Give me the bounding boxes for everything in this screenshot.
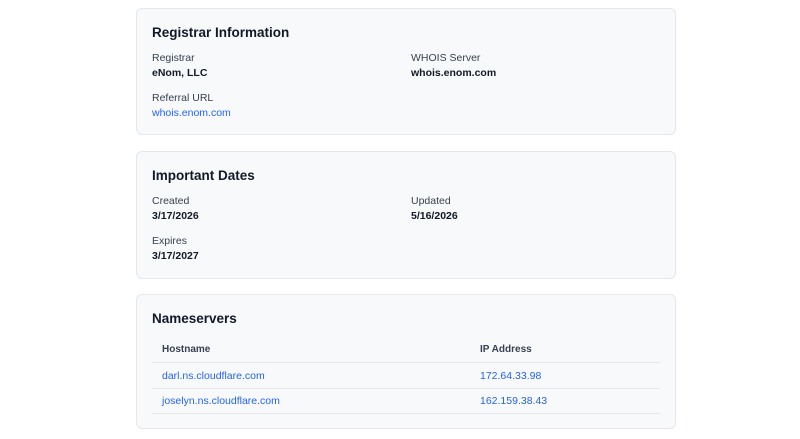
- referral-url-link[interactable]: whois.enom.com: [152, 107, 231, 119]
- whois-server-label: WHOIS Server: [411, 52, 481, 64]
- registrar-value: eNom, LLC: [152, 67, 208, 79]
- table-row-divider: [152, 388, 660, 389]
- referral-url-label: Referral URL: [152, 92, 214, 104]
- ip-address-column-header: IP Address: [480, 344, 532, 355]
- dates-card-title: Important Dates: [152, 168, 255, 183]
- registrar-label: Registrar: [152, 52, 195, 64]
- nameservers-card-title: Nameservers: [152, 311, 237, 326]
- registrar-card: Registrar Information Registrar eNom, LL…: [136, 8, 676, 135]
- nameserver-ip-link[interactable]: 172.64.33.98: [480, 370, 541, 382]
- nameserver-hostname-link[interactable]: joselyn.ns.cloudflare.com: [162, 395, 280, 407]
- table-header-divider: [152, 362, 660, 363]
- updated-label: Updated: [411, 195, 451, 207]
- nameservers-card: Nameservers Hostname IP Address darl.ns.…: [136, 294, 676, 429]
- expires-value: 3/17/2027: [152, 250, 199, 262]
- nameserver-hostname-link[interactable]: darl.ns.cloudflare.com: [162, 370, 265, 382]
- created-label: Created: [152, 195, 190, 207]
- registrar-card-title: Registrar Information: [152, 25, 290, 40]
- expires-label: Expires: [152, 235, 188, 247]
- whois-server-value: whois.enom.com: [411, 67, 497, 79]
- dates-card: Important Dates Created 3/17/2026 Update…: [136, 151, 676, 279]
- nameserver-ip-link[interactable]: 162.159.38.43: [480, 395, 547, 407]
- hostname-column-header: Hostname: [162, 344, 211, 355]
- created-value: 3/17/2026: [152, 210, 199, 222]
- table-row-divider: [152, 413, 660, 414]
- updated-value: 5/16/2026: [411, 210, 458, 222]
